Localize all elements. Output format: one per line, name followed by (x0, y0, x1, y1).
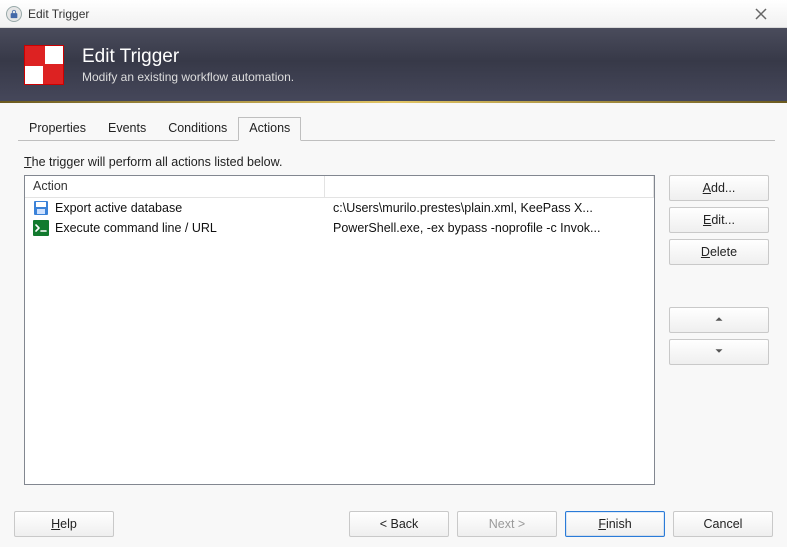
dialog-content: Properties Events Conditions Actions The… (0, 103, 787, 493)
finish-button[interactable]: Finish (565, 511, 665, 537)
chevron-down-icon (712, 344, 726, 361)
side-button-column: Add... Edit... Delete (669, 175, 769, 485)
banner-subheading: Modify an existing workflow automation. (82, 70, 294, 84)
close-icon[interactable] (741, 2, 781, 26)
dialog-button-row: Help < Back Next > Finish Cancel (0, 511, 787, 537)
col-detail[interactable] (325, 176, 654, 197)
title-bar: Edit Trigger (0, 0, 787, 28)
move-up-button[interactable] (669, 307, 769, 333)
list-row[interactable]: Export active database c:\Users\murilo.p… (25, 198, 654, 218)
row-action-label: Export active database (55, 201, 182, 215)
tab-properties[interactable]: Properties (18, 117, 97, 141)
disk-icon (33, 200, 49, 216)
row-detail-label: c:\Users\murilo.prestes\plain.xml, KeePa… (325, 201, 654, 215)
delete-button[interactable]: Delete (669, 239, 769, 265)
dialog-banner: Edit Trigger Modify an existing workflow… (0, 28, 787, 101)
tab-actions[interactable]: Actions (238, 117, 301, 141)
list-header: Action (25, 176, 654, 198)
window-title: Edit Trigger (28, 7, 741, 21)
row-detail-label: PowerShell.exe, -ex bypass -noprofile -c… (325, 221, 654, 235)
add-button[interactable]: Add... (669, 175, 769, 201)
help-button[interactable]: Help (14, 511, 114, 537)
banner-logo-icon (24, 45, 64, 85)
tab-strip: Properties Events Conditions Actions (18, 117, 775, 141)
edit-button[interactable]: Edit... (669, 207, 769, 233)
terminal-icon (33, 220, 49, 236)
list-row[interactable]: Execute command line / URL PowerShell.ex… (25, 218, 654, 238)
tab-events[interactable]: Events (97, 117, 157, 141)
cancel-button[interactable]: Cancel (673, 511, 773, 537)
tab-conditions[interactable]: Conditions (157, 117, 238, 141)
actions-list[interactable]: Action Export active database c:\Users\m… (24, 175, 655, 485)
back-button[interactable]: < Back (349, 511, 449, 537)
next-button[interactable]: Next > (457, 511, 557, 537)
banner-heading: Edit Trigger (82, 46, 294, 68)
actions-hint: The trigger will perform all actions lis… (24, 155, 769, 169)
lock-icon (6, 6, 22, 22)
col-action[interactable]: Action (25, 176, 325, 197)
chevron-up-icon (712, 312, 726, 329)
tab-page-actions: The trigger will perform all actions lis… (18, 141, 775, 485)
move-down-button[interactable] (669, 339, 769, 365)
row-action-label: Execute command line / URL (55, 221, 217, 235)
